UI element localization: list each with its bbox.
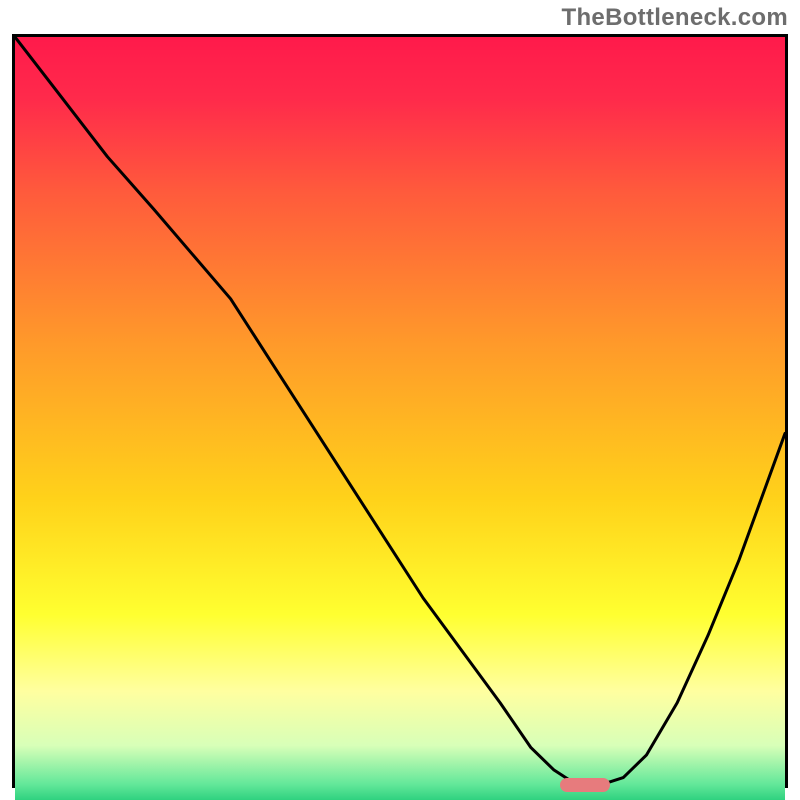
plot-area (15, 37, 785, 785)
optimal-marker (560, 778, 610, 792)
chart-frame (12, 34, 788, 788)
curve-line (15, 37, 785, 785)
watermark-text: TheBottleneck.com (562, 4, 788, 32)
